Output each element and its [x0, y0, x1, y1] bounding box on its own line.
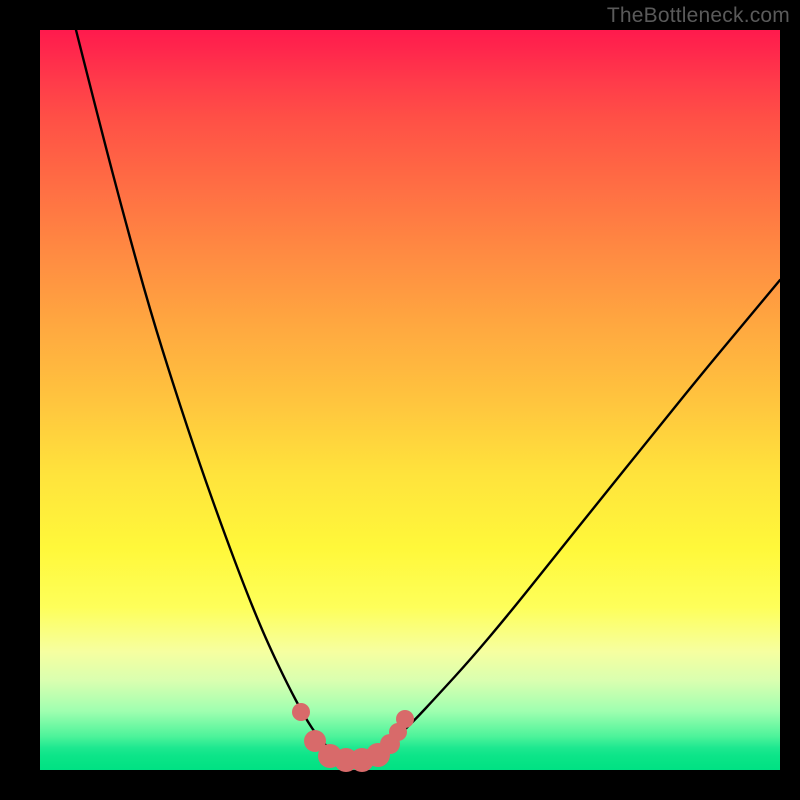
left-curve — [76, 30, 355, 761]
plot-area — [40, 30, 780, 770]
dots-group — [292, 703, 414, 772]
watermark-text: TheBottleneck.com — [607, 4, 790, 28]
chart-frame: TheBottleneck.com — [0, 0, 800, 800]
right-curve — [355, 280, 780, 761]
chart-svg — [40, 30, 780, 770]
data-dot — [396, 710, 414, 728]
data-dot — [292, 703, 310, 721]
